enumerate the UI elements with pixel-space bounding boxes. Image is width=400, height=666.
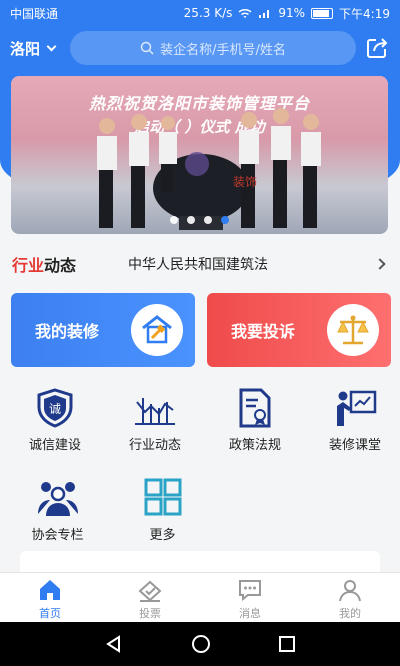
my-renovation-label: 我的装修	[35, 322, 100, 341]
signal-icon	[259, 9, 270, 18]
app-screen: 中国联通 25.3 K/s 91% 下午4:19 洛阳 装企名称/手机号/姓名 …	[0, 0, 400, 666]
chart-icon	[135, 398, 175, 425]
carousel-dot-active[interactable]	[221, 216, 229, 224]
grid-icon	[144, 478, 181, 516]
tab-profile[interactable]: 我的	[300, 573, 400, 622]
search-icon	[140, 41, 154, 55]
grid-item-label: 装修课堂	[328, 438, 381, 453]
status-bar: 中国联通 25.3 K/s 91% 下午4:19	[0, 0, 400, 26]
search-placeholder: 装企名称/手机号/姓名	[160, 42, 286, 58]
share-icon[interactable]	[364, 35, 390, 61]
file-complaint-button[interactable]: 我要投诉	[207, 293, 391, 367]
wifi-icon	[238, 8, 252, 18]
svg-text:装饰: 装饰	[233, 175, 257, 189]
banner-carousel[interactable]: 热烈祝贺洛阳市装饰管理平台 启动（ ）仪式 成功 装饰	[11, 76, 388, 234]
people-icon	[37, 482, 78, 516]
tab-label: 投票	[139, 607, 161, 620]
news-headline[interactable]: 中华人民共和国建筑法	[128, 254, 376, 274]
search-input[interactable]: 装企名称/手机号/姓名	[70, 31, 356, 65]
classroom-icon	[337, 390, 377, 426]
user-icon	[339, 580, 361, 602]
shield-icon: 诚	[37, 388, 73, 428]
grid-item-label: 更多	[149, 528, 176, 543]
home-circle-icon[interactable]	[191, 634, 211, 654]
tab-messages[interactable]: 消息	[200, 573, 300, 622]
carousel-dot[interactable]	[187, 216, 195, 224]
action-cards: 我的装修 我要投诉	[11, 293, 391, 367]
tab-label: 消息	[239, 607, 261, 620]
grid-item-label: 政策法规	[228, 438, 281, 453]
news-logo: 行业动态	[12, 252, 128, 276]
function-grid: 诚 诚信建设 行业动态 政策法规 装修课堂 协会专栏 更多	[0, 388, 400, 568]
carrier-label: 中国联通	[10, 6, 59, 21]
grid-item-classroom[interactable]: 装修课堂	[310, 388, 400, 478]
my-renovation-button[interactable]: 我的装修	[11, 293, 195, 367]
recents-icon[interactable]	[278, 635, 296, 653]
grid-item-label: 协会专栏	[31, 528, 84, 543]
message-icon	[239, 580, 261, 602]
battery-percent: 91%	[278, 6, 306, 20]
grid-item-credit[interactable]: 诚 诚信建设	[10, 388, 100, 478]
grid-item-policy[interactable]: 政策法规	[210, 388, 300, 478]
industry-news-ticker[interactable]: 行业动态 中华人民共和国建筑法	[0, 244, 400, 284]
tab-home[interactable]: 首页	[0, 573, 100, 622]
carousel-dot[interactable]	[204, 216, 212, 224]
news-logo-part1: 行业	[12, 256, 45, 275]
network-speed: 25.3 K/s	[183, 6, 233, 20]
home-icon	[40, 580, 60, 600]
banner-photo: 装饰	[97, 108, 321, 230]
scales-icon	[327, 304, 379, 356]
clock: 下午4:19	[339, 6, 390, 21]
house-hammer-icon	[131, 304, 183, 356]
battery-icon	[311, 7, 334, 19]
grid-item-label: 诚信建设	[28, 438, 81, 453]
system-navigation-bar	[0, 622, 400, 666]
city-label: 洛阳	[10, 39, 41, 58]
vote-icon	[138, 580, 162, 602]
carousel-indicator	[11, 216, 388, 224]
news-logo-part2: 动态	[44, 256, 77, 275]
bottom-tab-bar: 首页 投票 消息 我的	[0, 572, 400, 622]
file-complaint-label: 我要投诉	[231, 322, 296, 341]
chevron-right-icon[interactable]	[374, 258, 386, 270]
grid-item-news[interactable]: 行业动态	[110, 388, 200, 478]
svg-text:诚: 诚	[49, 402, 61, 416]
document-icon	[239, 388, 271, 428]
tab-vote[interactable]: 投票	[100, 573, 200, 622]
city-selector[interactable]: 洛阳	[10, 38, 70, 59]
chevron-down-icon	[46, 41, 57, 51]
tab-label: 首页	[39, 607, 61, 620]
tab-label: 我的	[339, 607, 361, 620]
grid-item-label: 行业动态	[128, 438, 181, 453]
top-bar: 洛阳 装企名称/手机号/姓名	[0, 30, 400, 66]
back-icon[interactable]	[104, 634, 124, 654]
carousel-dot[interactable]	[170, 216, 178, 224]
